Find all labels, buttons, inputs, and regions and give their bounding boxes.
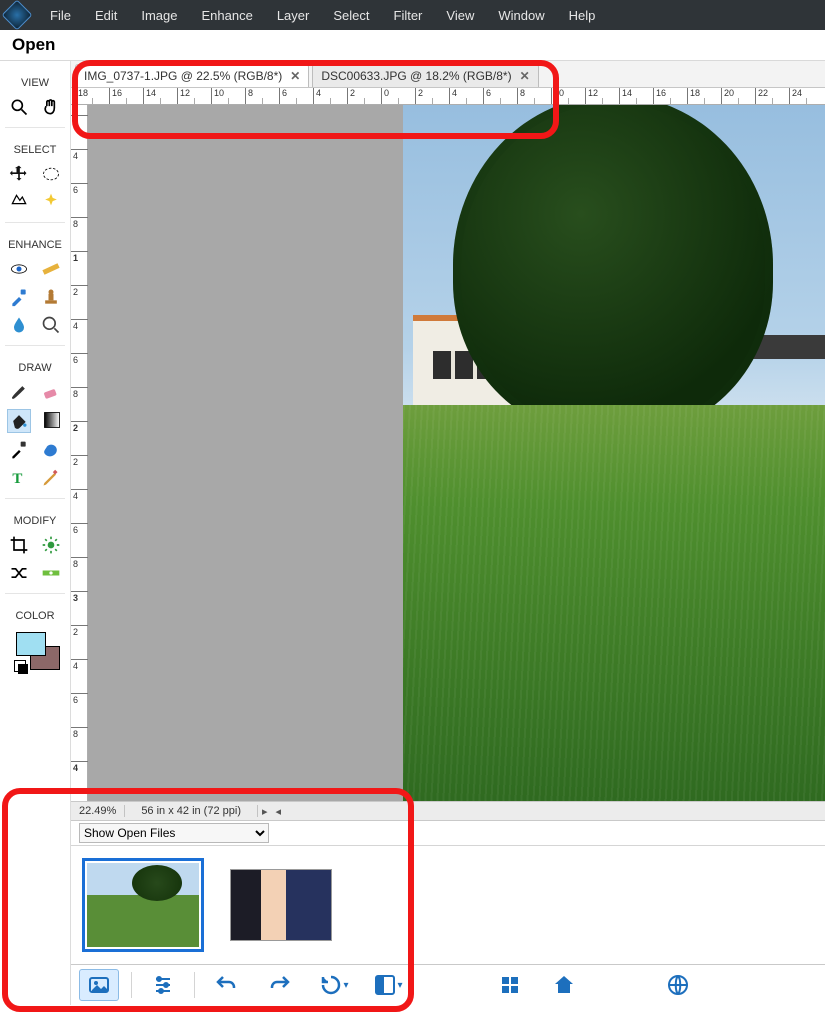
status-zoom[interactable]: 22.49% (71, 805, 125, 817)
document-tabs: IMG_0737-1.JPG @ 22.5% (RGB/8*) ✕ DSC006… (71, 61, 825, 88)
menu-select[interactable]: Select (321, 8, 381, 23)
pencil-tool-icon[interactable] (40, 467, 62, 489)
menu-view[interactable]: View (434, 8, 486, 23)
move-tool-icon[interactable] (8, 163, 30, 185)
magnify-detail-icon[interactable] (40, 314, 62, 336)
eyedropper-sample-icon[interactable] (8, 286, 30, 308)
svg-text:T: T (12, 471, 22, 487)
app-logo-icon (1, 0, 32, 31)
tool-options-icon[interactable] (144, 970, 182, 1000)
hand-tool-icon[interactable] (40, 96, 62, 118)
layout-icon[interactable]: ▾ (369, 970, 407, 1000)
text-tool-icon[interactable]: T (8, 467, 30, 489)
color-swatch[interactable] (14, 630, 56, 668)
menu-enhance[interactable]: Enhance (190, 8, 265, 23)
document-tab-1[interactable]: DSC00633.JPG @ 18.2% (RGB/8*) ✕ (312, 64, 538, 87)
section-enhance: ENHANCE (8, 239, 62, 251)
section-color: COLOR (15, 610, 54, 622)
section-draw: DRAW (18, 362, 51, 374)
menu-layer[interactable]: Layer (265, 8, 322, 23)
level-tool-icon[interactable] (40, 562, 62, 584)
bottom-toolbar: ▾ ▾ (71, 964, 825, 1005)
tool-sidebar: VIEW SELECT ENHANCE DRAW (0, 61, 71, 1005)
section-select: SELECT (14, 144, 57, 156)
redo-icon[interactable] (261, 970, 299, 1000)
home-icon[interactable] (545, 970, 583, 1000)
mode-title: Open (0, 30, 825, 61)
status-dimensions: 56 in x 42 in (72 ppi) (125, 805, 258, 817)
bin-thumbnail-0[interactable] (87, 863, 199, 947)
organizer-icon[interactable] (491, 970, 529, 1000)
paint-bucket-tool-icon[interactable] (7, 409, 31, 433)
rotate-icon[interactable]: ▾ (315, 970, 353, 1000)
section-view: VIEW (21, 77, 49, 89)
settings-gear-icon[interactable] (40, 534, 62, 556)
menu-help[interactable]: Help (557, 8, 608, 23)
zoom-tool-icon[interactable] (8, 96, 30, 118)
canvas-offscreen-area (88, 105, 404, 801)
photo-bin-toggle-icon[interactable] (79, 969, 119, 1001)
work-area: IMG_0737-1.JPG @ 22.5% (RGB/8*) ✕ DSC006… (71, 61, 825, 1005)
share-globe-icon[interactable] (659, 970, 697, 1000)
document-tab-label: IMG_0737-1.JPG @ 22.5% (RGB/8*) (84, 69, 282, 83)
canvas-scrollarea[interactable] (88, 105, 825, 801)
blob-brush-icon[interactable] (40, 439, 62, 461)
ruler-tool-icon[interactable] (40, 258, 62, 280)
horizontal-ruler: 18161412108642024681012141618202224 (71, 88, 825, 105)
lasso-tool-icon[interactable] (8, 191, 30, 213)
bin-thumbnail-1[interactable] (225, 863, 337, 947)
vertical-ruler: 24681246822468324684 (71, 105, 88, 801)
menu-image[interactable]: Image (129, 8, 189, 23)
gradient-tool-icon[interactable] (41, 409, 63, 431)
section-modify: MODIFY (14, 515, 57, 527)
magic-wand-icon[interactable] (40, 191, 62, 213)
crop-tool-icon[interactable] (8, 534, 30, 556)
stamp-tool-icon[interactable] (40, 286, 62, 308)
document-tab-label: DSC00633.JPG @ 18.2% (RGB/8*) (321, 69, 511, 83)
main-menubar: File Edit Image Enhance Layer Select Fil… (0, 0, 825, 30)
close-tab-icon[interactable]: ✕ (520, 69, 530, 83)
menu-window[interactable]: Window (486, 8, 556, 23)
marquee-tool-icon[interactable] (40, 163, 62, 185)
status-scroll-left-icon[interactable]: ◂ (272, 805, 286, 818)
eraser-tool-icon[interactable] (40, 381, 62, 403)
menu-filter[interactable]: Filter (382, 8, 435, 23)
menu-edit[interactable]: Edit (83, 8, 129, 23)
document-tab-0[interactable]: IMG_0737-1.JPG @ 22.5% (RGB/8*) ✕ (75, 64, 309, 87)
shuffle-tool-icon[interactable] (8, 562, 30, 584)
brush-tool-icon[interactable] (8, 381, 30, 403)
menu-file[interactable]: File (38, 8, 83, 23)
undo-icon[interactable] (207, 970, 245, 1000)
status-bar: 22.49% 56 in x 42 in (72 ppi) ▸ ◂ (71, 801, 825, 821)
redeye-tool-icon[interactable] (8, 258, 30, 280)
color-picker-icon[interactable] (8, 439, 30, 461)
photo-bin-controls: Show Open Files (71, 821, 825, 846)
close-tab-icon[interactable]: ✕ (290, 69, 300, 83)
status-info-chevron-icon[interactable]: ▸ (258, 805, 272, 818)
photo-bin (71, 846, 825, 964)
drop-tool-icon[interactable] (8, 314, 30, 336)
canvas-image[interactable] (403, 105, 825, 801)
photo-bin-selector[interactable]: Show Open Files (79, 823, 269, 843)
